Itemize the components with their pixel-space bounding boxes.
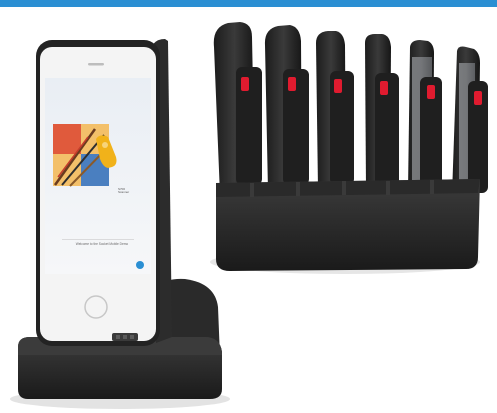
screen-product-label: S700 Scanner bbox=[118, 187, 130, 195]
red-indicator bbox=[474, 91, 482, 105]
screen-caption: Welcome to the Socket Mobile Demo bbox=[75, 242, 129, 246]
top-accent-bar bbox=[0, 0, 497, 7]
docked-phone-5 bbox=[408, 40, 442, 191]
screen-action-button[interactable] bbox=[136, 261, 144, 269]
screen-artwork bbox=[53, 124, 117, 187]
docked-phone-6 bbox=[452, 46, 488, 195]
docked-phone-1 bbox=[213, 22, 262, 195]
multi-dock bbox=[210, 22, 488, 274]
docked-phone-2 bbox=[264, 25, 309, 191]
single-dock bbox=[10, 39, 230, 409]
earpiece bbox=[88, 63, 104, 66]
red-indicator bbox=[380, 81, 388, 95]
red-indicator bbox=[334, 79, 342, 93]
product-photo-svg bbox=[10, 22, 488, 409]
red-indicator bbox=[427, 85, 435, 99]
red-indicator bbox=[241, 77, 249, 91]
docked-phone-4 bbox=[365, 34, 399, 189]
docked-phone-3 bbox=[316, 31, 354, 189]
red-indicator bbox=[288, 77, 296, 91]
product-photo: Welcome to the Socket Mobile Demo S700 S… bbox=[0, 7, 497, 413]
docked-phone-front bbox=[36, 39, 172, 346]
